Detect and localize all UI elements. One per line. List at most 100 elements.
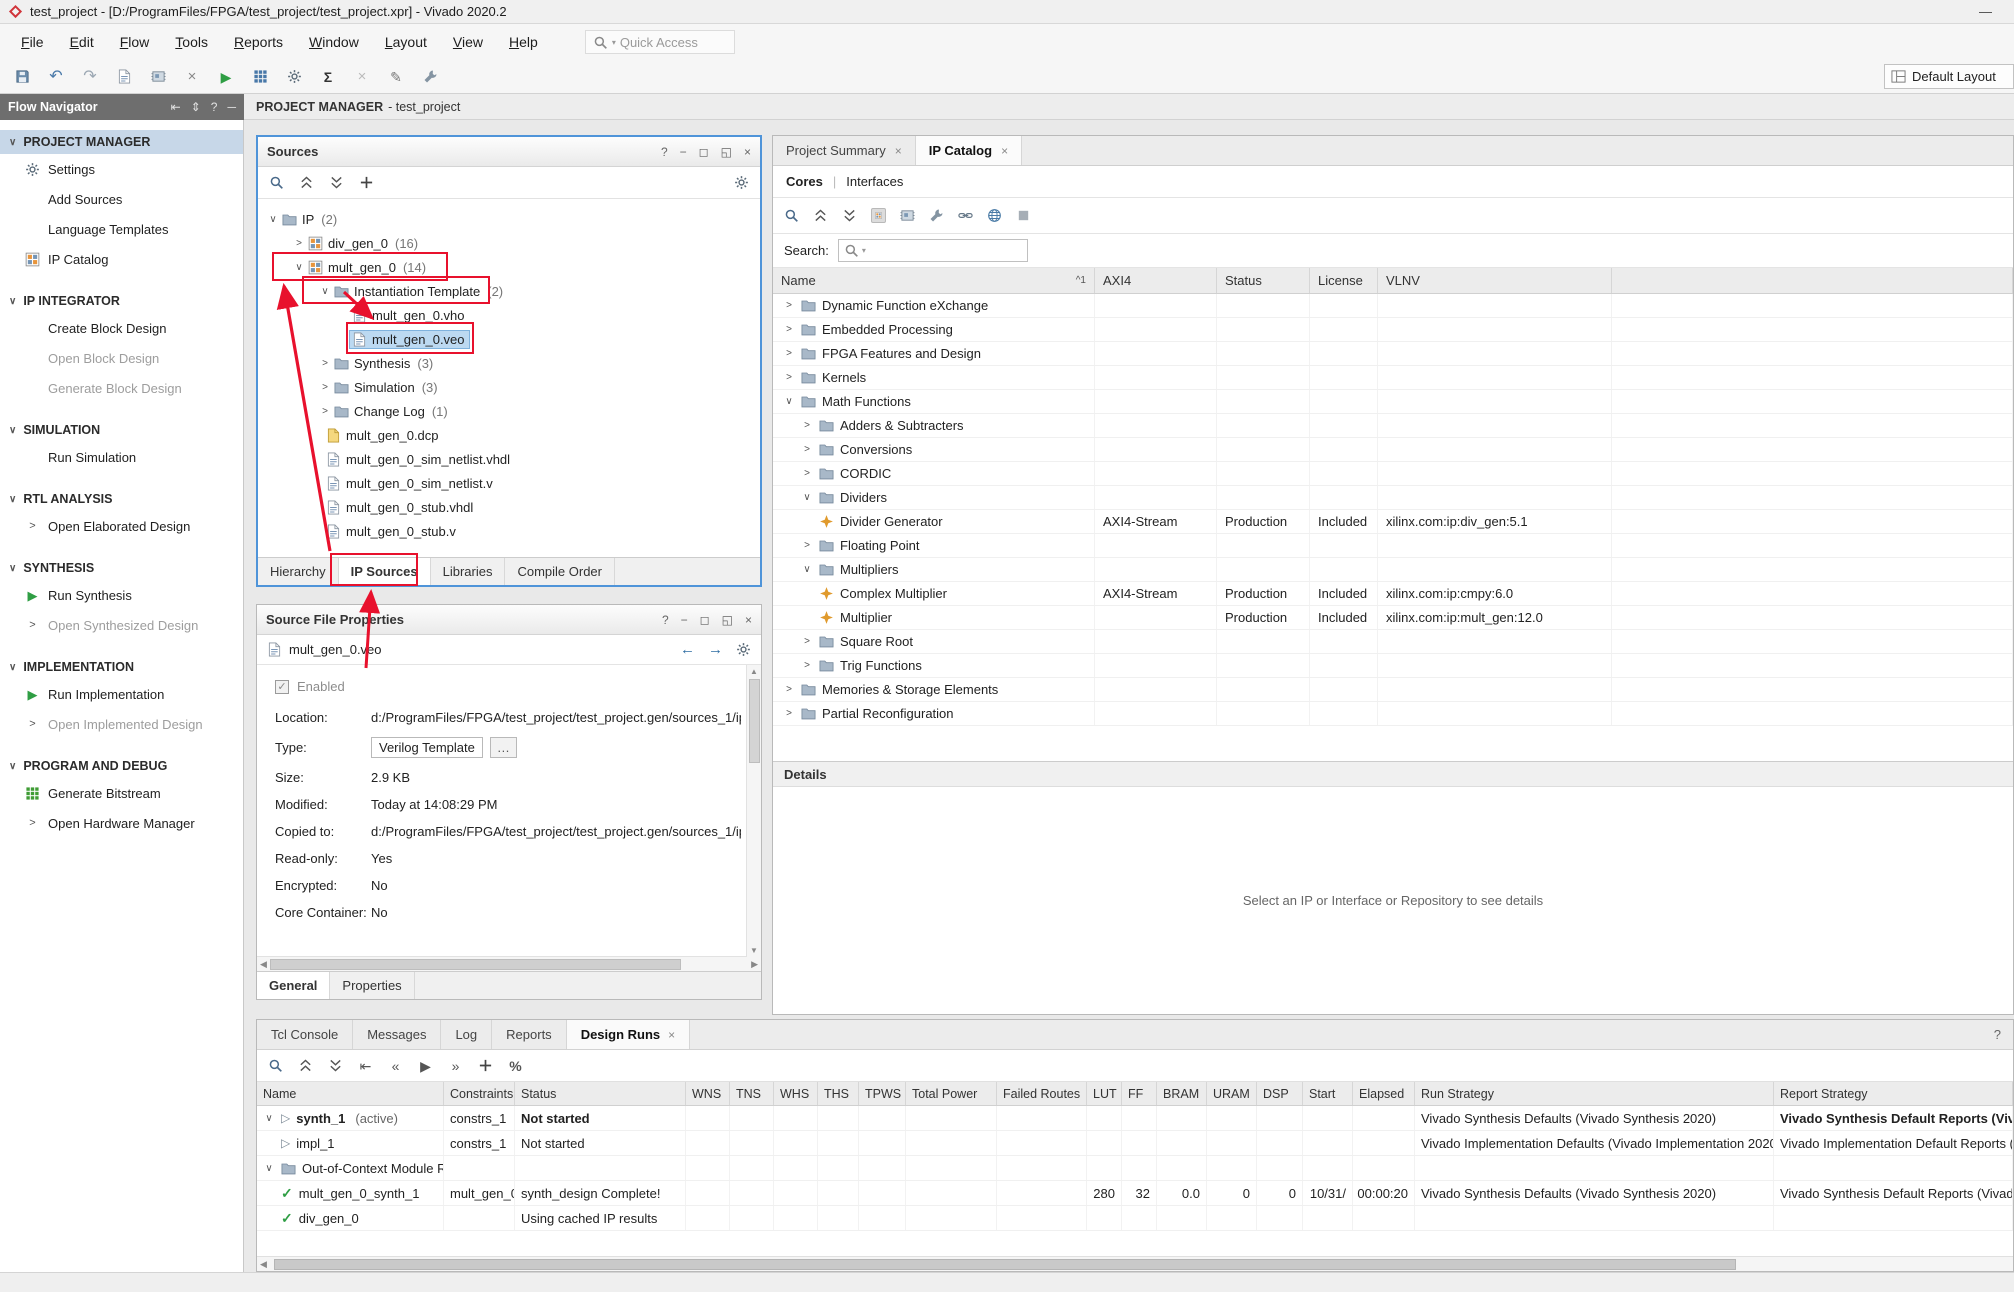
- sum-icon[interactable]: Σ: [314, 63, 342, 90]
- close-icon[interactable]: ×: [745, 613, 752, 627]
- help-icon[interactable]: ?: [211, 100, 218, 114]
- menu-file[interactable]: File: [8, 27, 57, 57]
- sidebar-section-rtl-analysis[interactable]: ∨RTL ANALYSIS: [0, 487, 243, 511]
- column-header-elapsed[interactable]: Elapsed: [1353, 1082, 1415, 1105]
- scroll-left-icon[interactable]: ◀: [260, 959, 267, 970]
- tree-row-instantiation-template[interactable]: ∨Instantiation Template(2): [258, 279, 760, 303]
- scrollbar-thumb[interactable]: [274, 1259, 1736, 1270]
- tab-ip-sources[interactable]: IP Sources: [339, 558, 431, 585]
- menu-help[interactable]: Help: [496, 27, 551, 57]
- column-header-status[interactable]: Status: [1217, 268, 1310, 293]
- minimize-button[interactable]: —: [1965, 4, 2006, 19]
- sidebar-section-simulation[interactable]: ∨SIMULATION: [0, 418, 243, 442]
- link-icon[interactable]: [958, 208, 973, 223]
- scroll-down-icon[interactable]: ▼: [750, 946, 758, 955]
- edit-icon[interactable]: ✎: [382, 63, 410, 90]
- minimize-icon[interactable]: −: [680, 145, 687, 159]
- fast-back-icon[interactable]: «: [388, 1058, 403, 1073]
- help-icon[interactable]: ?: [1982, 1020, 2013, 1049]
- subtab-interfaces[interactable]: Interfaces: [846, 174, 903, 189]
- search-icon[interactable]: [269, 175, 284, 190]
- chevron-right-icon[interactable]: >: [318, 358, 332, 369]
- chevron-right-icon[interactable]: >: [783, 300, 795, 311]
- column-header-vlnv[interactable]: VLNV: [1378, 268, 1612, 293]
- tree-row-mult-gen-0-sim-netlist-v[interactable]: mult_gen_0_sim_netlist.v: [258, 471, 760, 495]
- catalog-row-dynamic-function-exchange[interactable]: >Dynamic Function eXchange: [773, 294, 2013, 318]
- tab-reports[interactable]: Reports: [492, 1020, 567, 1049]
- sidebar-section-synthesis[interactable]: ∨SYNTHESIS: [0, 556, 243, 580]
- tab-messages[interactable]: Messages: [353, 1020, 441, 1049]
- scroll-up-icon[interactable]: ▲: [750, 667, 758, 676]
- chevron-right-icon[interactable]: >: [783, 372, 795, 383]
- add-icon[interactable]: [478, 1058, 493, 1073]
- enabled-checkbox[interactable]: ✓: [275, 680, 289, 694]
- run-icon[interactable]: ▶: [212, 63, 240, 90]
- catalog-row-adders-subtracters[interactable]: >Adders & Subtracters: [773, 414, 2013, 438]
- fast-forward-icon[interactable]: »: [448, 1058, 463, 1073]
- sidebar-section-program-and-debug[interactable]: ∨PROGRAM AND DEBUG: [0, 754, 243, 778]
- chevron-right-icon[interactable]: >: [292, 238, 306, 249]
- horizontal-scrollbar[interactable]: ◀ ▶: [257, 956, 761, 971]
- tab-tcl-console[interactable]: Tcl Console: [257, 1020, 353, 1049]
- sidebar-section-project-manager[interactable]: ∨PROJECT MANAGER: [0, 130, 243, 154]
- close-icon[interactable]: ×: [895, 144, 902, 158]
- close-icon[interactable]: ×: [744, 145, 751, 159]
- tab-libraries[interactable]: Libraries: [431, 558, 506, 585]
- skip-back-icon[interactable]: ⇤: [358, 1058, 373, 1073]
- tab-project-summary[interactable]: Project Summary×: [773, 136, 916, 165]
- sidebar-item-open-synthesized-design[interactable]: >Open Synthesized Design: [0, 610, 243, 640]
- wrench-icon[interactable]: [929, 208, 944, 223]
- chevron-down-icon[interactable]: ∨: [263, 1113, 275, 1124]
- quick-access-search[interactable]: ▾ Quick Access: [585, 30, 735, 54]
- collapse-all-icon[interactable]: [813, 208, 828, 223]
- menu-window[interactable]: Window: [296, 27, 372, 57]
- chevron-right-icon[interactable]: >: [783, 324, 795, 335]
- scroll-left-icon[interactable]: ◀: [260, 1259, 267, 1270]
- chevron-right-icon[interactable]: >: [801, 468, 813, 479]
- sidebar-item-add-sources[interactable]: Add Sources: [0, 184, 243, 214]
- tree-row-simulation[interactable]: >Simulation(3): [258, 375, 760, 399]
- sidebar-section-ip-integrator[interactable]: ∨IP INTEGRATOR: [0, 289, 243, 313]
- column-header-report-strategy[interactable]: Report Strategy: [1774, 1082, 2013, 1105]
- tab-design-runs[interactable]: Design Runs×: [567, 1020, 690, 1049]
- catalog-search-input[interactable]: ▾: [838, 239, 1028, 262]
- column-header-dsp[interactable]: DSP: [1257, 1082, 1303, 1105]
- close-icon[interactable]: ×: [1001, 144, 1008, 158]
- play-icon[interactable]: ▶: [418, 1058, 433, 1073]
- web-icon[interactable]: [987, 208, 1002, 223]
- stop-icon[interactable]: [1016, 208, 1031, 223]
- type-combo[interactable]: Verilog Template: [371, 737, 483, 758]
- catalog-row-complex-multiplier[interactable]: Complex MultiplierAXI4-StreamProductionI…: [773, 582, 2013, 606]
- chevron-right-icon[interactable]: >: [801, 444, 813, 455]
- scroll-right-icon[interactable]: ▶: [751, 959, 758, 970]
- board-icon[interactable]: [144, 63, 172, 90]
- run-row-out-of-context-module-runs[interactable]: ∨Out-of-Context Module Runs: [257, 1156, 2013, 1181]
- add-icon[interactable]: [359, 175, 374, 190]
- chevron-down-icon[interactable]: ∨: [801, 564, 813, 575]
- tab-log[interactable]: Log: [441, 1020, 492, 1049]
- sidebar-item-generate-bitstream[interactable]: Generate Bitstream: [0, 778, 243, 808]
- search-icon[interactable]: [784, 208, 799, 223]
- help-icon[interactable]: ?: [662, 613, 669, 627]
- sidebar-item-settings[interactable]: Settings: [0, 154, 243, 184]
- column-header-bram[interactable]: BRAM: [1157, 1082, 1207, 1105]
- catalog-row-multipliers[interactable]: ∨Multipliers: [773, 558, 2013, 582]
- chevron-down-icon[interactable]: ∨: [263, 1163, 275, 1174]
- column-header-lut[interactable]: LUT: [1087, 1082, 1122, 1105]
- tab-ip-catalog[interactable]: IP Catalog×: [916, 136, 1022, 165]
- column-header-failed-routes[interactable]: Failed Routes: [997, 1082, 1087, 1105]
- group-view-icon[interactable]: [871, 208, 886, 223]
- help-icon[interactable]: ?: [661, 145, 668, 159]
- tree-row-mult-gen-0-stub-vhdl[interactable]: mult_gen_0_stub.vhdl: [258, 495, 760, 519]
- sidebar-item-run-simulation[interactable]: Run Simulation: [0, 442, 243, 472]
- expand-all-icon[interactable]: [842, 208, 857, 223]
- minimize-icon[interactable]: −: [681, 613, 688, 627]
- tree-row-change-log[interactable]: >Change Log(1): [258, 399, 760, 423]
- run-row-mult-gen-0-synth-1[interactable]: ✓mult_gen_0_synth_1mult_gen_0synth_desig…: [257, 1181, 2013, 1206]
- menu-edit[interactable]: Edit: [57, 27, 107, 57]
- expand-all-icon[interactable]: ⇕: [191, 100, 201, 114]
- chevron-down-icon[interactable]: ∨: [318, 286, 332, 297]
- sidebar-item-open-elaborated-design[interactable]: >Open Elaborated Design: [0, 511, 243, 541]
- settings-icon[interactable]: [280, 63, 308, 90]
- catalog-row-trig-functions[interactable]: >Trig Functions: [773, 654, 2013, 678]
